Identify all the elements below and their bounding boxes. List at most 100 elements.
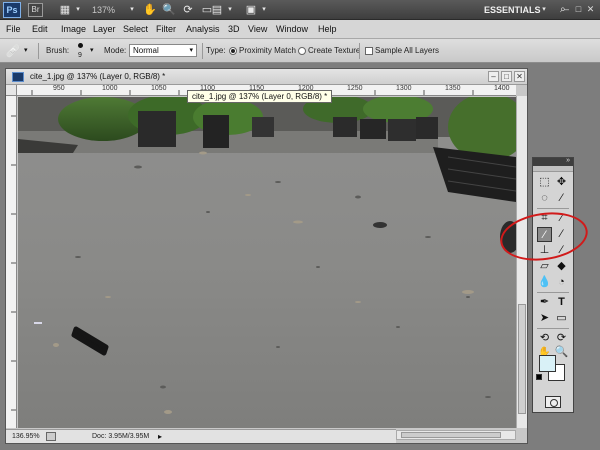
mode-value: Normal [133,46,159,55]
close-button[interactable]: ✕ [586,3,595,15]
rectangle-tool-icon[interactable]: ▭ [554,311,569,326]
status-menu-arrow-icon[interactable]: ▸ [158,432,162,441]
rotate-view-icon[interactable]: ⟳ [181,3,195,17]
spot-healing-brush-tool-icon[interactable]: ⁄ [537,227,552,242]
document-maximize-button[interactable]: □ [501,71,512,82]
path-selection-tool-icon[interactable]: ➤ [537,311,552,326]
3d-orbit-tool-icon[interactable]: ⟳ [554,331,569,346]
ruler-ticks [11,115,16,411]
create-texture-radio[interactable] [298,47,306,55]
vertical-ruler[interactable] [6,96,17,428]
pen-tool-icon[interactable]: ✒ [537,295,552,310]
tools-panel-grip[interactable] [533,166,573,172]
marquee-tool-icon[interactable]: ⬚ [537,175,552,190]
document-title-bar[interactable]: cite_1.jpg @ 137% (Layer 0, RGB/8) * – □… [6,69,527,85]
workspace-switcher[interactable]: ESSENTIALS [484,3,541,17]
image-canvas[interactable] [18,97,516,428]
chevron-down-icon[interactable]: ▾ [128,3,136,17]
screen-mode-icon[interactable]: ▣ [244,3,258,17]
document-icon [12,72,24,82]
menu-select[interactable]: Select [123,24,148,35]
chevron-down-icon[interactable]: ▾ [260,3,268,17]
vertical-scrollbar-thumb[interactable] [518,304,526,414]
menu-window[interactable]: Window [276,24,308,35]
type-label: Type: [206,46,226,55]
minimize-button[interactable]: – [562,3,571,15]
tools-panel: » ⬚ ✥ ◌ ⁄ ⌗ ⁄ ⁄ ∕ ⊥ ∕ ▱ ◆ 💧 ◔ ✒ T ➤ ▭ ⟲ … [532,157,574,413]
layout-icon[interactable]: ▦ [58,3,72,17]
maximize-button[interactable]: □ [574,3,583,15]
status-doc-size: Doc: 3.95M/3.95M [92,433,150,440]
3d-rotate-tool-icon[interactable]: ⟲ [537,331,552,346]
menu-help[interactable]: Help [318,24,337,35]
hand-icon[interactable]: ✋ [143,3,157,17]
document-tooltip: cite_1.jpg @ 137% (Layer 0, RGB/8) * [187,90,333,103]
separator [38,43,39,59]
menu-analysis[interactable]: Analysis [186,24,220,35]
photoshop-logo: Ps [3,2,21,18]
eraser-tool-icon[interactable]: ▱ [537,259,552,274]
photo [18,97,516,428]
eyedropper-tool-icon[interactable]: ⁄ [554,211,569,226]
bandage-icon[interactable]: 🩹 [5,43,21,59]
separator [537,208,569,209]
quick-selection-tool-icon[interactable]: ⁄ [554,191,569,206]
lasso-tool-icon[interactable]: ◌ [537,191,552,206]
document-minimize-button[interactable]: – [488,71,499,82]
chevron-down-icon: ▾ [189,47,193,54]
separator [359,43,360,59]
proximity-match-radio[interactable] [229,47,237,55]
application-bar: Ps Br ▦ ▾ 137% ▾ ✋ 🔍 ⟳ ▭ ▤ ▾ ▣ ▾ ESSENTI… [0,0,600,20]
status-zoom[interactable]: 136.95% [12,433,40,441]
brush-tool-icon[interactable]: ∕ [554,227,569,242]
ruler-label: 1250 [347,85,363,92]
chevron-down-icon[interactable]: ▾ [90,46,94,54]
ruler-origin[interactable] [6,85,17,96]
chevron-down-icon[interactable]: ▾ [226,3,234,17]
chevron-down-icon[interactable]: ▾ [74,3,82,17]
ruler-label: 1300 [396,85,412,92]
dodge-tool-icon[interactable]: ◔ [554,275,569,290]
brush-size: 9 [78,52,82,59]
history-brush-tool-icon[interactable]: ∕ [554,243,569,258]
menu-filter[interactable]: Filter [156,24,176,35]
separator [202,43,203,59]
status-info-icon[interactable] [46,432,56,441]
horizontal-scrollbar[interactable] [396,430,516,440]
foreground-color-swatch[interactable] [539,355,556,372]
type-tool-icon[interactable]: T [554,295,569,310]
ruler-label: 1050 [151,85,167,92]
blur-tool-icon[interactable]: 💧 [537,275,552,290]
collapse-icon[interactable]: » [566,157,570,165]
quick-mask-icon[interactable] [545,396,561,408]
document-title: cite_1.jpg @ 137% (Layer 0, RGB/8) * [30,72,166,81]
zoom-icon[interactable]: 🔍 [162,3,176,17]
paint-bucket-tool-icon[interactable]: ◆ [554,259,569,274]
proximity-match-label: Proximity Match [239,46,296,55]
menu-view[interactable]: View [248,24,267,35]
vertical-scrollbar[interactable] [516,96,527,428]
menu-3d[interactable]: 3D [228,24,240,35]
mode-select[interactable]: Normal ▾ [129,44,197,57]
brush-tip-icon[interactable] [78,43,83,48]
zoom-tool-icon[interactable]: 🔍 [554,345,569,360]
menu-image[interactable]: Image [61,24,86,35]
menu-layer[interactable]: Layer [93,24,116,35]
move-tool-icon[interactable]: ✥ [554,175,569,190]
crop-tool-icon[interactable]: ⌗ [537,211,552,226]
chevron-down-icon[interactable]: ▾ [540,3,548,17]
default-colors-icon[interactable] [536,374,542,380]
clone-stamp-tool-icon[interactable]: ⊥ [537,243,552,258]
brush-label: Brush: [46,46,70,55]
tools-panel-header[interactable]: » [533,157,573,166]
chevron-down-icon[interactable]: ▾ [24,46,28,54]
document-close-button[interactable]: ✕ [514,71,525,82]
bridge-button[interactable]: Br [28,3,43,17]
horizontal-scrollbar-thumb[interactable] [401,432,501,438]
options-bar: 🩹 ▾ Brush: 9 ▾ Mode: Normal ▾ Type: Prox… [0,39,600,63]
arrange-documents-icon[interactable]: ▤ [210,3,224,17]
menu-edit[interactable]: Edit [32,24,48,35]
menu-file[interactable]: File [6,24,21,35]
sample-all-layers-checkbox[interactable] [365,47,373,55]
ruler-label: 1400 [494,85,510,92]
